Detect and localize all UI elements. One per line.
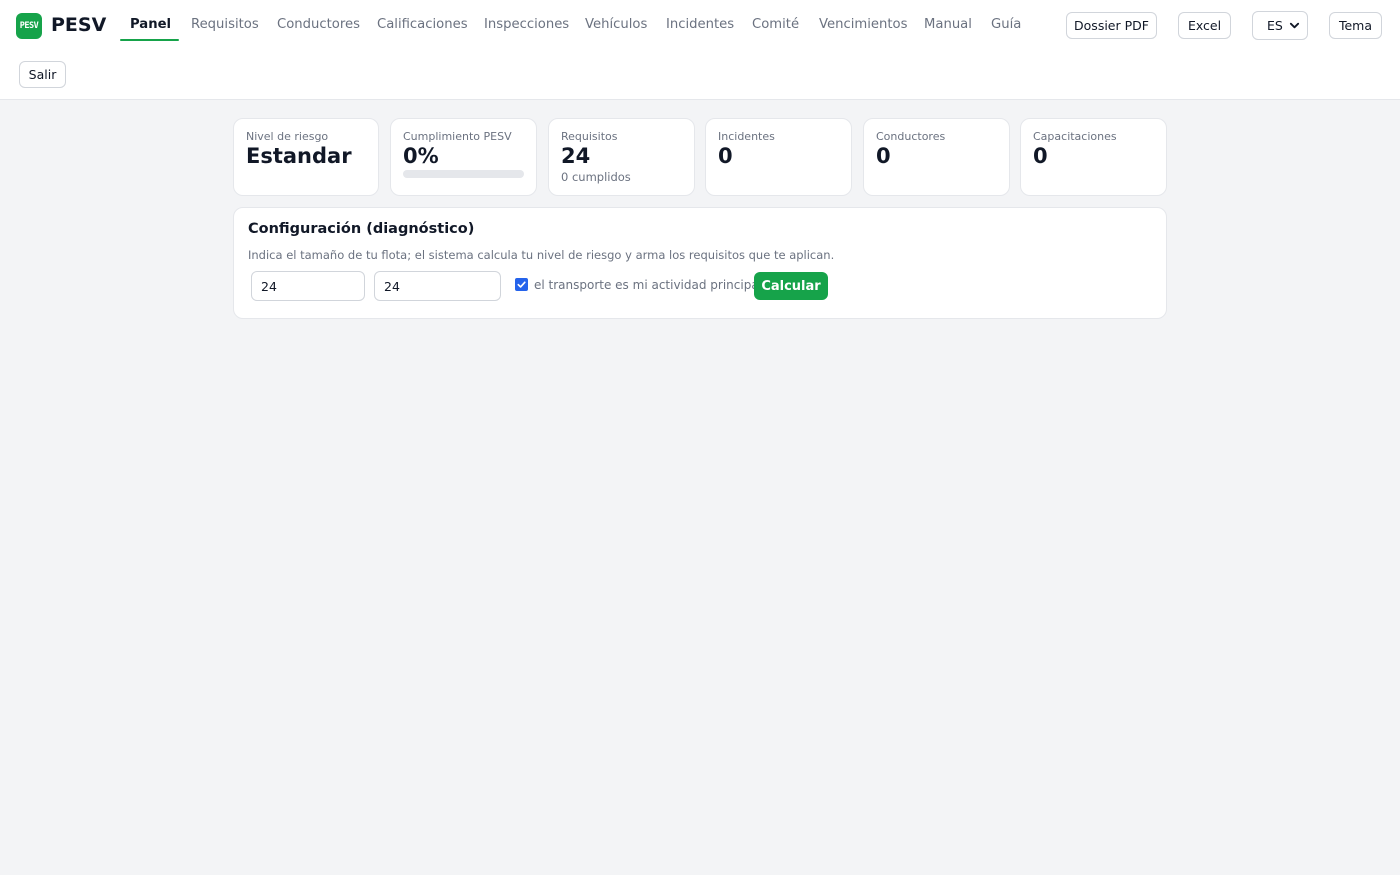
compliance-value: 0% [403, 144, 439, 168]
nav-item-incidentes[interactable]: Incidentes [666, 14, 734, 36]
excel-button[interactable]: Excel [1178, 12, 1231, 39]
trainings-value: 0 [1033, 144, 1048, 168]
language-select-value: ES [1267, 18, 1283, 33]
stat-label: Requisitos [561, 130, 618, 143]
fleet-size-input-2[interactable] [374, 271, 501, 301]
stat-label: Capacitaciones [1033, 130, 1117, 143]
nav-item-guia[interactable]: Guía [991, 14, 1021, 36]
incidents-value: 0 [718, 144, 733, 168]
requirements-completed: 0 cumplidos [561, 170, 631, 184]
app-header: PESV PESV Panel Requisitos Conductores C… [0, 0, 1400, 100]
theme-button[interactable]: Tema [1329, 12, 1382, 39]
calculate-button[interactable]: Calcular [754, 272, 828, 300]
language-select[interactable]: ES [1252, 11, 1308, 40]
nav-item-manual[interactable]: Manual [924, 14, 972, 36]
compliance-progress-bar [403, 170, 524, 178]
nav-item-comite[interactable]: Comité [752, 14, 799, 36]
stat-label: Conductores [876, 130, 946, 143]
nav-item-conductores[interactable]: Conductores [277, 14, 360, 36]
active-tab-indicator [120, 39, 179, 41]
risk-level-value: Estandar [246, 144, 352, 168]
logout-button[interactable]: Salir [19, 61, 66, 88]
nav-item-calificaciones[interactable]: Calificaciones [377, 14, 468, 36]
nav-item-vencimientos[interactable]: Vencimientos [819, 14, 907, 36]
nav-item-vehiculos[interactable]: Vehículos [585, 14, 647, 36]
app-name: PESV [51, 14, 107, 36]
compliance-card: Cumplimiento PESV 0% [390, 118, 537, 196]
risk-level-card: Nivel de riesgo Estandar [233, 118, 379, 196]
check-icon [517, 281, 526, 288]
drivers-card: Conductores 0 [863, 118, 1010, 196]
incidents-card: Incidentes 0 [705, 118, 852, 196]
config-title: Configuración (diagnóstico) [248, 221, 475, 237]
nav-item-panel[interactable]: Panel [130, 14, 171, 36]
config-panel: Configuración (diagnóstico) Indica el ta… [233, 207, 1167, 319]
stat-label: Nivel de riesgo [246, 130, 329, 143]
requirements-card: Requisitos 24 0 cumplidos [548, 118, 695, 196]
trainings-card: Capacitaciones 0 [1020, 118, 1167, 196]
checkbox-label[interactable]: el transporte es mi actividad principal [534, 278, 762, 292]
transport-main-activity-checkbox[interactable] [515, 278, 528, 291]
config-description: Indica el tamaño de tu flota; el sistema… [248, 248, 835, 262]
drivers-value: 0 [876, 144, 891, 168]
dossier-pdf-button[interactable]: Dossier PDF [1066, 12, 1157, 39]
nav-item-requisitos[interactable]: Requisitos [191, 14, 259, 36]
requirements-value: 24 [561, 144, 591, 168]
nav-item-inspecciones[interactable]: Inspecciones [484, 14, 569, 36]
pesv-logo: PESV [16, 13, 42, 39]
stat-label: Cumplimiento PESV [403, 130, 512, 143]
chevron-down-icon [1289, 22, 1300, 29]
fleet-size-input-1[interactable] [251, 271, 365, 301]
stat-label: Incidentes [718, 130, 775, 143]
